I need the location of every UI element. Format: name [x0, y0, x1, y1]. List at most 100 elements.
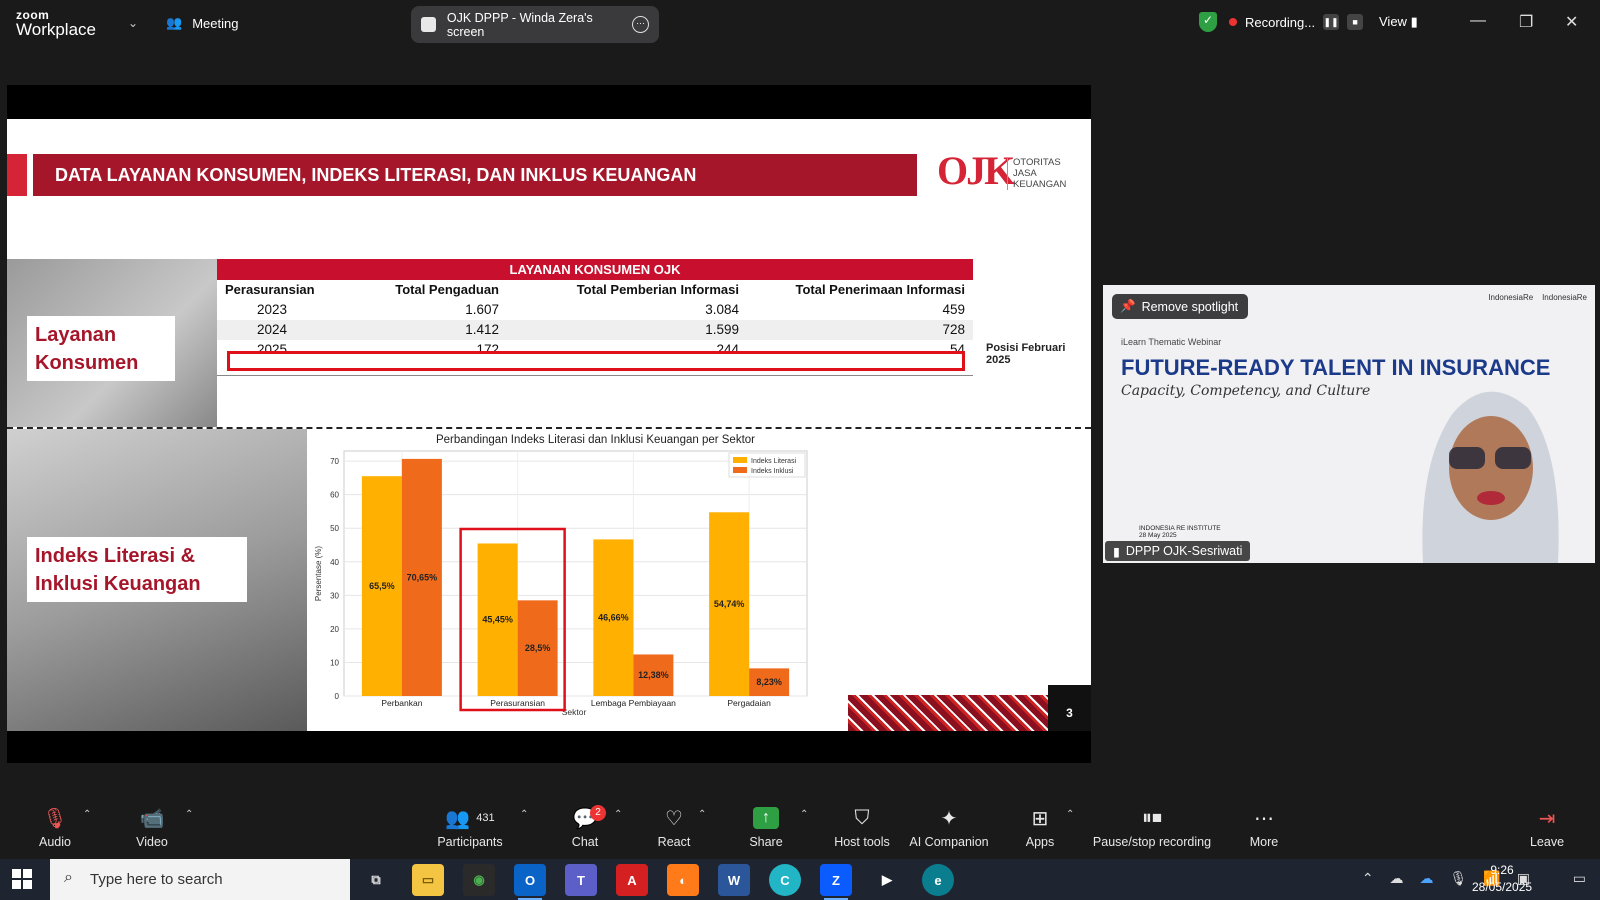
participants-caret[interactable]: ⌃ [520, 809, 528, 820]
chart-data-label: 45,45% [482, 615, 513, 625]
firefox-icon[interactable]: ◐ [667, 864, 699, 896]
chart-y-tick: 20 [330, 625, 339, 634]
chart-title: Perbandingan Indeks Literasi dan Inklusi… [436, 434, 755, 446]
view-menu[interactable]: View ▮ [1379, 14, 1418, 30]
sponsor-logos: IndonesiaRe IndonesiaRe [1488, 293, 1587, 302]
meeting-menu[interactable]: 👥 Meeting [166, 15, 238, 31]
chart-y-tick: 10 [330, 658, 339, 667]
share-label: Share [749, 835, 783, 849]
heart-icon: ♡ [665, 807, 683, 830]
sparkle-icon: ✦ [940, 807, 958, 830]
ojk-text: OTORITAS JASA KEUANGAN [1007, 157, 1066, 190]
minimize-icon[interactable]: — [1470, 12, 1486, 30]
more-options-icon[interactable]: ··· [632, 16, 649, 33]
pause-recording-button[interactable]: ❚❚ [1323, 14, 1340, 30]
canva-icon[interactable]: C [769, 864, 801, 896]
host-tools-button[interactable]: ⛉ Host tools [830, 805, 894, 850]
share-caret[interactable]: ⌃ [800, 809, 808, 820]
outlook-icon[interactable]: O [514, 864, 546, 900]
task-view-icon[interactable]: ⧉ [360, 864, 392, 896]
meeting-toolbar: 🎙 Audio ⌃ 📹 Video ⌃ 👥 431 Participants ⌃ … [0, 797, 1600, 859]
media-player-icon[interactable]: ▶ [871, 864, 903, 896]
remove-spotlight-label: Remove spotlight [1141, 299, 1239, 314]
chart-data-label: 28,5% [525, 643, 551, 653]
share-icon: ↑ [748, 805, 784, 831]
react-caret[interactable]: ⌃ [698, 809, 706, 820]
chart-x-tick: Perbankan [381, 698, 422, 708]
zoom-logo: zoom Workplace [16, 9, 96, 39]
chat-caret[interactable]: ⌃ [614, 809, 622, 820]
indeks-label-line: Indeks Literasi & [35, 545, 196, 567]
signal-icon: ▮ [1113, 544, 1120, 559]
ojk-text-line: KEUANGAN [1013, 179, 1067, 190]
table-header: Total Pemberian Informasi [576, 282, 739, 297]
video-button[interactable]: 📹 Video [130, 805, 174, 850]
restore-icon[interactable]: ❐ [1519, 12, 1533, 32]
chevron-down-icon[interactable]: ⌄ [128, 16, 138, 30]
logo-left: IndonesiaRe [1488, 293, 1534, 302]
teams-icon[interactable]: T [565, 864, 597, 896]
windows-taskbar: ⌕ Type here to search ⧉ ▭ ◉ O T A ◐ W C … [0, 859, 1600, 900]
audio-button[interactable]: 🎙 Audio [34, 805, 76, 850]
taskbar-clock[interactable]: 9:26 28/05/2025 [1472, 862, 1532, 896]
close-icon[interactable]: ✕ [1565, 12, 1578, 32]
leave-button[interactable]: ⇥ Leave [1528, 805, 1566, 850]
batik-decoration [848, 695, 1048, 731]
chart-y-label: Persentase (%) [314, 546, 323, 601]
taskbar-search[interactable]: ⌕ Type here to search [50, 859, 350, 900]
webinar-subtitle: Capacity, Competency, and Culture [1121, 383, 1371, 399]
chat-label: Chat [571, 835, 599, 849]
table-row: 2023 1.607 3.084 459 [217, 300, 973, 320]
shield-icon[interactable] [1199, 12, 1217, 32]
recording-indicator: Recording... ❚❚ ■ [1229, 14, 1364, 30]
apps-button[interactable]: ⊞ Apps [1024, 805, 1056, 850]
table-cell: 1.412 [465, 322, 499, 337]
edge-icon[interactable]: e [922, 864, 954, 896]
video-options-caret[interactable]: ⌃ [185, 809, 193, 820]
ai-companion-button[interactable]: ✦ AI Companion [906, 805, 992, 850]
windows-start-icon[interactable] [12, 869, 32, 889]
zoom-icon[interactable]: Z [820, 864, 852, 900]
react-button[interactable]: ♡ React [656, 805, 692, 850]
audio-label: Audio [39, 835, 71, 849]
chart-x-tick: Lembaga Pembiayaan [591, 698, 676, 708]
screen-icon [421, 17, 436, 32]
chrome-icon[interactable]: ◉ [463, 864, 495, 896]
remove-spotlight-button[interactable]: 📌 Remove spotlight [1112, 294, 1249, 319]
participant-video-feed [1422, 391, 1559, 563]
chart-x-tick: Perasuransian [490, 698, 545, 708]
chart-legend-swatch [733, 467, 747, 473]
chart-data-label: 8,23% [756, 677, 782, 687]
layanan-label-line: Layanan [35, 324, 117, 346]
indeks-section-label: Indeks Literasi & Inklusi Keuangan [27, 537, 247, 602]
participant-name: DPPP OJK-Sesriwati [1125, 544, 1243, 558]
cloud-icon[interactable]: ☁ [1390, 870, 1404, 887]
microphone-icon[interactable]: 🎙 [1450, 870, 1468, 887]
apps-caret[interactable]: ⌃ [1066, 809, 1074, 820]
acrobat-icon[interactable]: A [616, 864, 648, 896]
file-explorer-icon[interactable]: ▭ [412, 864, 444, 896]
share-button[interactable]: ↑ Share [748, 805, 784, 849]
notification-icon[interactable]: ▭ [1573, 870, 1586, 887]
pause-stop-label: Pause/stop recording [1092, 835, 1212, 849]
more-button[interactable]: ⋯ More [1246, 805, 1282, 850]
participants-button[interactable]: 👥 431 Participants [432, 805, 508, 850]
word-icon[interactable]: W [718, 864, 750, 896]
presentation-slide: DATA LAYANAN KONSUMEN, INDEKS LITERASI, … [7, 119, 1091, 731]
table-row: 2024 1.412 1.599 728 [217, 320, 973, 340]
chart-y-tick: 60 [330, 491, 339, 500]
table-cell: 3.084 [705, 302, 739, 317]
layanan-label-line: Konsumen [35, 352, 139, 374]
chart-data-label: 54,74% [714, 599, 745, 609]
chart-data-label: 46,66% [598, 613, 629, 623]
institute-date: 28 May 2025 [1139, 532, 1177, 539]
host-tools-label: Host tools [834, 835, 890, 849]
audio-options-caret[interactable]: ⌃ [83, 809, 91, 820]
stop-recording-button[interactable]: ■ [1347, 14, 1364, 30]
participants-icon: 👥 431 [445, 807, 495, 830]
chevron-up-icon[interactable]: ⌃ [1362, 870, 1374, 887]
onedrive-icon[interactable]: ☁ [1420, 870, 1434, 887]
spotlight-video[interactable]: 📌 Remove spotlight IndonesiaRe Indonesia… [1103, 285, 1595, 563]
pause-stop-recording-button[interactable]: ⏸⏹ Pause/stop recording [1088, 805, 1216, 850]
screen-share-pill[interactable]: OJK DPPP - Winda Zera's screen ··· [411, 6, 659, 43]
